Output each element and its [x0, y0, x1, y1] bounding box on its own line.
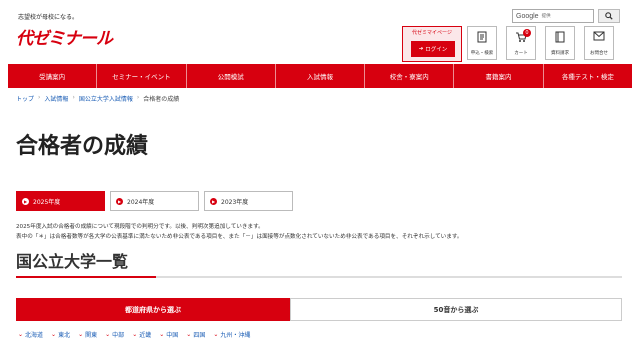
main-nav: 受講案内 セミナー・イベント 公開模試 入試情報 校舎・寮案内 書籍案内 各種テ… — [8, 64, 632, 88]
tab-year-label: 2024年度 — [127, 198, 155, 206]
breadcrumb-separator: › — [72, 94, 75, 101]
search-brand: Google — [516, 12, 539, 20]
breadcrumb: トップ › 入試情報 › 国公立大学入試情報 › 合格者の成績 — [16, 94, 179, 103]
tab-year-2024[interactable]: ▶ 2024年度 — [110, 191, 199, 211]
chevron-right-icon: ▶ — [22, 197, 29, 205]
breadcrumb-separator: › — [38, 94, 41, 101]
tab-year-2023[interactable]: ▶ 2023年度 — [204, 191, 293, 211]
cart-label: カート — [514, 51, 528, 56]
site-logo[interactable]: 代ゼミナール — [16, 24, 113, 49]
chevron-down-icon: ⌄ — [51, 331, 57, 338]
breadcrumb-national-univ[interactable]: 国公立大学入試情報 — [79, 94, 133, 103]
mypage-box: 代ゼミマイページ ➔ ログイン — [402, 26, 462, 62]
tab-year-label: 2025年度 — [33, 198, 61, 206]
section-title: 国公立大学一覧 — [16, 252, 129, 271]
region-label: 近畿 — [139, 332, 152, 339]
nav-item-entrance-info[interactable]: 入試情報 — [276, 64, 366, 88]
tab-year-2025[interactable]: ▶ 2025年度 — [16, 191, 105, 211]
mypage-title: 代ゼミマイページ — [412, 30, 452, 36]
region-label: 四国 — [193, 332, 206, 339]
region-label: 中部 — [112, 332, 125, 339]
region-link-chubu[interactable]: ⌄ 中部 — [105, 330, 124, 339]
cart-count-badge: 0 — [523, 29, 531, 37]
results-note: 2025年度入試の合格者の成績について現段階での判明分です。以後、判明次第追加し… — [16, 224, 264, 230]
search-placeholder: 提供 — [541, 14, 551, 19]
nav-item-seminars[interactable]: セミナー・イベント — [97, 64, 187, 88]
mail-icon — [585, 31, 613, 44]
nav-item-courses[interactable]: 受講案内 — [8, 64, 98, 88]
book-icon — [546, 31, 574, 46]
region-label: 北海道 — [25, 332, 44, 339]
chevron-right-icon: ▶ — [210, 197, 217, 205]
contact-button[interactable]: お問合せ — [584, 26, 614, 60]
legend-note: 表中の「＊」は合格者数等が各大学の公表基準に満たないため非公表である項目を、また… — [16, 234, 463, 240]
breadcrumb-top[interactable]: トップ — [16, 94, 34, 103]
chevron-down-icon: ⌄ — [186, 331, 192, 338]
search-input[interactable]: Google 提供 — [512, 9, 594, 23]
tab-by-syllabary[interactable]: 50音から選ぶ — [290, 298, 622, 321]
tab-year-label: 2023年度 — [221, 198, 249, 206]
document-icon — [468, 31, 496, 46]
region-link-shikoku[interactable]: ⌄ 四国 — [186, 330, 205, 339]
region-link-chugoku[interactable]: ⌄ 中国 — [159, 330, 178, 339]
login-label: ログイン — [425, 47, 448, 53]
cart-button[interactable]: 0 カート — [506, 26, 536, 60]
chevron-down-icon: ⌄ — [159, 331, 165, 338]
region-link-hokkaido[interactable]: ⌄ 北海道 — [18, 330, 43, 339]
region-link-kanto[interactable]: ⌄ 関東 — [78, 330, 97, 339]
request-materials-label: 資料請求 — [551, 51, 569, 56]
region-label: 東北 — [58, 332, 71, 339]
chevron-right-icon: ▶ — [116, 197, 123, 205]
page-title: 合格者の成績 — [16, 134, 149, 159]
chevron-down-icon: ⌄ — [78, 331, 84, 338]
tab-by-prefecture[interactable]: 都道府県から選ぶ — [16, 298, 290, 321]
chevron-down-icon: ⌄ — [105, 331, 111, 338]
nav-item-campuses[interactable]: 校舎・寮案内 — [365, 64, 455, 88]
chevron-down-icon: ⌄ — [18, 331, 24, 338]
region-label: 関東 — [85, 332, 98, 339]
section-divider-accent — [16, 276, 156, 278]
nav-item-tests[interactable]: 各種テスト・検定 — [544, 64, 632, 88]
region-links: ⌄ 北海道 ⌄ 東北 ⌄ 関東 ⌄ 中部 ⌄ 近畿 ⌄ 中国 ⌄ 四国 ⌄ 九州・沖縄 — [18, 330, 250, 339]
chevron-down-icon: ⌄ — [132, 331, 138, 338]
apply-search-button[interactable]: 申込・検索 — [467, 26, 497, 60]
login-icon: ➔ — [418, 46, 424, 52]
login-button[interactable]: ➔ ログイン — [411, 41, 455, 57]
region-link-kinki[interactable]: ⌄ 近畿 — [132, 330, 151, 339]
site-header: 志望校が母校になる。 代ゼミナール Google 提供 代ゼミマイページ ➔ ロ… — [0, 0, 640, 64]
request-materials-button[interactable]: 資料請求 — [545, 26, 575, 60]
apply-search-label: 申込・検索 — [470, 51, 494, 56]
contact-label: お問合せ — [590, 51, 608, 56]
breadcrumb-current: 合格者の成績 — [143, 96, 180, 103]
search-button[interactable] — [598, 9, 620, 23]
tagline: 志望校が母校になる。 — [18, 14, 79, 21]
region-link-tohoku[interactable]: ⌄ 東北 — [51, 330, 70, 339]
chevron-down-icon: ⌄ — [213, 331, 219, 338]
region-label: 中国 — [166, 332, 179, 339]
nav-item-mock-exams[interactable]: 公開模試 — [187, 64, 276, 88]
nav-item-books[interactable]: 書籍案内 — [454, 64, 544, 88]
breadcrumb-separator: › — [136, 94, 140, 101]
region-link-kyushu-okinawa[interactable]: ⌄ 九州・沖縄 — [213, 330, 250, 339]
search-icon — [605, 12, 613, 20]
breadcrumb-entrance-info[interactable]: 入試情報 — [44, 94, 68, 103]
region-label: 九州・沖縄 — [220, 332, 251, 339]
